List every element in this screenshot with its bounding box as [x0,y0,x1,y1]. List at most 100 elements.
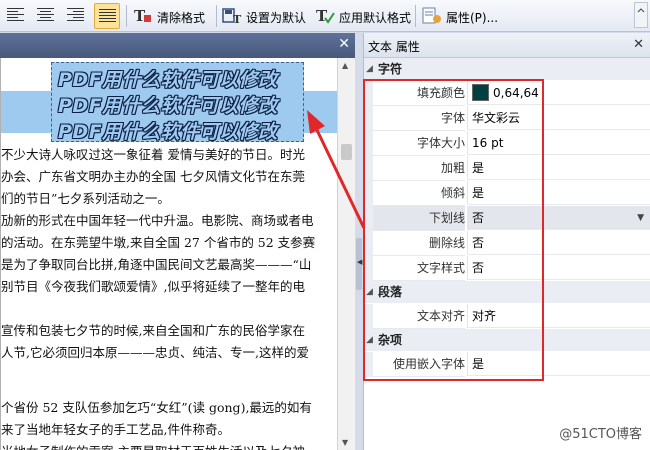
property-strikethrough[interactable]: 删除线 否 [364,231,650,256]
property-name: 文本对齐 [373,304,465,329]
svg-text:T: T [316,7,328,25]
properties-panel-title: 文本 属性 [368,40,420,54]
body-text-line: 办会、广东省文明办主办的全国 七夕风情文化节在东莞 [1,169,305,184]
row-gutter [364,256,373,281]
body-text-line: 来了当地年轻女子的手工艺品,件件称奇。 [1,422,230,437]
document-pane: ✕ PDF用什么软件可以修改 PDF用什么软件可以修改 PDF用什么软件可以修改… [0,33,355,450]
property-font-size[interactable]: 字体大小 16 pt [364,131,650,156]
chevron-up-icon [637,8,645,13]
underline-dropdown[interactable]: 否 ▼ [467,206,650,230]
scrollbar-thumb[interactable] [341,144,352,160]
clear-format-label: 清除格式 [157,11,206,25]
property-value[interactable]: 是 [467,352,650,376]
row-gutter [364,352,373,377]
category-character[interactable]: ◢ 字符 [364,58,650,80]
property-text-align[interactable]: 文本对齐 对齐 [364,304,650,329]
row-gutter [364,181,373,206]
align-justify-icon [99,9,116,24]
align-justify-button[interactable] [94,3,120,29]
property-value[interactable]: 0,64,64 [467,81,650,105]
category-misc[interactable]: ◢ 杂项 [364,329,650,351]
toolbar-separator [216,5,217,27]
body-text-line: 宣传和包装七夕节的时候,来自全国和广东的民俗学家在 [1,323,305,338]
body-text-line: 人节,它必须回归本原———忠贞、纯洁、专一,这样的爱 [1,345,309,360]
color-swatch[interactable] [472,84,489,101]
properties-icon [422,7,441,24]
body-text-line: 个省份 52 支队伍参加乞巧“女红”(读 gong),最远的如有 [1,400,312,415]
property-value[interactable]: 否 [467,231,650,255]
category-paragraph[interactable]: ◢ 段落 [364,281,650,303]
art-text-line: PDF用什么软件可以修改 [58,95,278,117]
properties-button[interactable]: 属性(P)... [420,3,504,29]
property-italic[interactable]: 倾斜 是 [364,181,650,206]
property-bold[interactable]: 加粗 是 [364,156,650,181]
set-default-button[interactable]: T 设置为默认 [220,3,312,29]
body-text-line: 是为了争取同台比拼,角逐中国民间文艺最高奖———“山 [1,257,312,272]
property-value[interactable]: 是 [467,181,650,205]
property-value[interactable]: 华文彩云 [467,106,650,130]
property-embed-font[interactable]: 使用嵌入字体 是 [364,352,650,377]
row-gutter [364,231,373,256]
clear-format-button[interactable]: T 清除格式 [131,3,213,29]
apply-default-button[interactable]: T 应用默认格式 [313,3,413,29]
property-name: 使用嵌入字体 [373,352,465,377]
collapse-icon[interactable]: ◢ [366,329,373,351]
align-right-icon [67,8,84,23]
clear-format-icon: T [134,7,151,25]
align-left-button[interactable] [3,3,29,29]
row-gutter [364,131,373,156]
row-gutter [364,81,373,106]
selected-text-box[interactable]: PDF用什么软件可以修改 PDF用什么软件可以修改 PDF用什么软件可以修改 [51,62,304,143]
pane-splitter[interactable]: ◀ [355,33,363,450]
property-name: 字体大小 [373,131,465,156]
property-value[interactable]: 是 [467,156,650,180]
svg-text:T: T [233,13,242,25]
property-underline[interactable]: 下划线 否 ▼ [364,206,650,231]
splitter-grip[interactable]: ◀ [356,238,362,290]
property-name: 填充颜色 [373,81,465,106]
property-value[interactable]: 对齐 [467,304,650,328]
align-left-icon [7,8,24,23]
body-text-line: 劢新的形式在中国年轻一代中升温。电影院、商场或者电 [1,213,314,228]
body-text-line: 的活动。在东莞望牛墩,来自全国 27 个省市的 52 支参赛 [1,235,316,250]
collapse-icon[interactable]: ◢ [366,58,373,80]
dropdown-arrow-icon[interactable]: ▼ [637,206,644,230]
properties-panel-header: 文本 属性 ✕ [364,33,650,58]
apply-default-label: 应用默认格式 [339,11,412,25]
align-right-button[interactable] [63,3,89,29]
body-text-line: 们的节日”七夕系列活动之一。 [1,191,170,206]
apply-default-icon: T [316,7,335,25]
row-gutter [364,304,373,329]
art-text-line: PDF用什么软件可以修改 [58,121,278,143]
property-value[interactable]: 否 [467,256,650,280]
property-font[interactable]: 字体 华文彩云 [364,106,650,131]
close-document-icon[interactable]: ✕ [338,36,350,52]
document-tab-bar: ✕ [0,33,355,58]
align-center-button[interactable] [33,3,59,29]
formatting-toolbar: T 清除格式 T 设置为默认 T 应用默认格式 属性(P)... [0,0,650,32]
property-name: 加粗 [373,156,465,181]
category-label: 字符 [378,62,403,76]
fill-color-value: 0,64,64 [493,86,539,100]
row-gutter [364,106,373,131]
property-name: 倾斜 [373,181,465,206]
toolbar-separator [126,5,127,27]
scroll-up-arrow-icon[interactable]: ▲ [342,61,348,70]
collapse-icon[interactable]: ◢ [366,281,373,303]
toolbar-separator [415,5,416,27]
property-name: 下划线 [373,206,465,231]
property-value[interactable]: 16 pt [467,131,650,155]
body-text-line: 别节目《今夜我们歌颂爱情》,似乎将延续了一整年的电 [1,279,305,294]
save-default-icon: T [222,8,242,25]
body-text-line: 不少大诗人咏叹过这一象征着 爱情与美好的节日。时光 [1,147,305,162]
document-scrollbar[interactable]: ▲ ▼ [337,58,355,450]
property-name: 字体 [373,106,465,131]
close-panel-icon[interactable]: ✕ [633,37,644,52]
document-page[interactable]: PDF用什么软件可以修改 PDF用什么软件可以修改 PDF用什么软件可以修改 不… [0,58,338,450]
align-center-icon [37,8,54,23]
toolbar-scroll-button[interactable] [634,2,648,28]
scroll-down-arrow-icon[interactable]: ▼ [342,438,348,447]
collapse-arrow-icon: ◀ [357,258,363,266]
property-text-style[interactable]: 文字样式 否 [364,256,650,281]
property-fill-color[interactable]: 填充颜色 0,64,64 [364,81,650,106]
